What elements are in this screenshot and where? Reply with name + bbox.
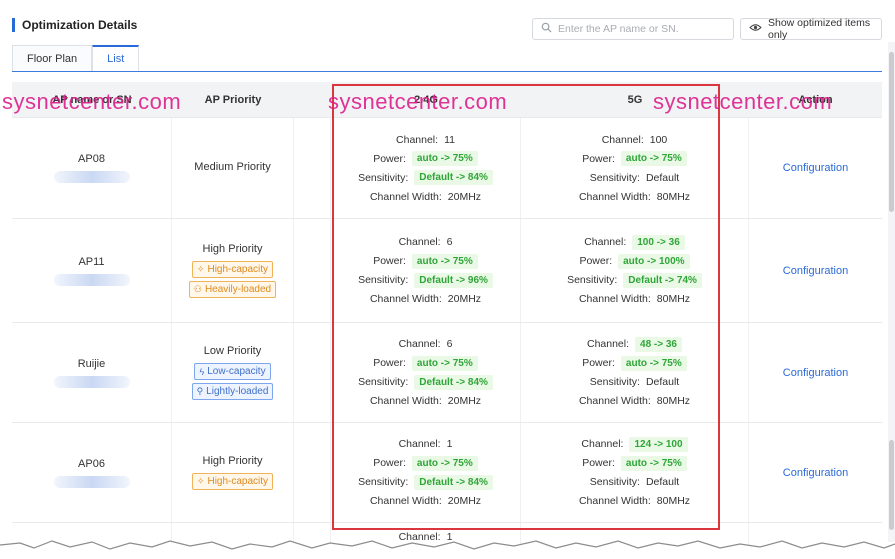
search-box[interactable]: [532, 18, 734, 40]
priority-label: Low Priority: [203, 345, 262, 357]
ap-name: AP11: [78, 255, 105, 268]
priority-cell: High Priority ✧ High-capacity: [172, 423, 294, 522]
header-priority: AP Priority: [204, 93, 262, 106]
priority-label: Medium Priority: [194, 160, 271, 173]
configuration-link[interactable]: Configuration: [783, 467, 848, 479]
view-tabs: Floor Plan List: [12, 45, 140, 71]
spacer-cell: [294, 118, 331, 218]
header-spacer: [294, 82, 331, 117]
highlight-box: [332, 84, 720, 530]
show-optimized-label: Show optimized items only: [768, 17, 871, 41]
spacer-cell: [294, 219, 331, 322]
sparkle-icon: ✧: [196, 476, 205, 486]
tag-label: High-capacity: [207, 476, 269, 487]
search-icon: [541, 22, 552, 36]
configuration-link[interactable]: Configuration: [783, 367, 848, 379]
spacer-cell: [294, 323, 331, 422]
tag-label: High-capacity: [207, 264, 269, 275]
priority-cell: High Priority ✧ High-capacity ⚇ Heavily-lo…: [172, 219, 294, 322]
scrollbar-thumb-secondary[interactable]: [889, 440, 894, 530]
ap-sn-redacted: [53, 475, 130, 488]
scrollbar-thumb[interactable]: [889, 52, 894, 212]
tag-heavily-loaded: ⚇ Heavily-loaded: [188, 281, 277, 298]
spacer-cell: [294, 423, 331, 522]
tag-high-capacity: ✧ High-capacity: [191, 473, 274, 490]
watermark-text: sysnetcenter.com: [328, 89, 508, 114]
tab-underline: [12, 71, 882, 72]
ap-cell: AP06: [12, 423, 172, 522]
action-cell: Configuration: [749, 219, 882, 322]
ap-name: AP08: [78, 153, 105, 165]
ap-sn-redacted: [53, 273, 130, 286]
priority-label: High Priority: [202, 243, 263, 255]
priority-cell: Low Priority ϟ Low-capacity ⚲ Lightly-load…: [172, 323, 294, 422]
watermark-text: sysnetcenter.com: [2, 89, 182, 114]
ap-sn-redacted: [53, 171, 130, 183]
ap-cell: AP11: [12, 219, 172, 322]
search-input[interactable]: [558, 23, 728, 35]
page-title: Optimization Details: [22, 18, 138, 32]
eye-icon: [749, 23, 762, 35]
watermark-text: sysnetcenter.com: [653, 89, 833, 114]
priority-label: High Priority: [202, 455, 263, 467]
ap-sn-redacted: [53, 375, 130, 388]
tag-lightly-loaded: ⚲ Lightly-loaded: [191, 383, 274, 400]
users-icon: ⚇: [193, 284, 202, 294]
user-icon: ⚲: [196, 386, 204, 396]
ap-cell: AP08: [12, 118, 172, 218]
tab-list[interactable]: List: [92, 45, 140, 71]
priority-cell: Medium Priority: [172, 118, 294, 218]
tag-label: Low-capacity: [207, 366, 266, 377]
ap-name: Ruijie: [77, 357, 106, 370]
tag-high-capacity: ✧ High-capacity: [191, 261, 274, 278]
title-accent-bar: [12, 18, 15, 32]
page-header: Optimization Details Show optimized item…: [0, 0, 895, 42]
sparkle-icon: ✧: [196, 264, 205, 274]
tag-label: Heavily-loaded: [204, 284, 272, 295]
tag-low-capacity: ϟ Low-capacity: [194, 363, 271, 380]
ap-cell: Ruijie: [12, 323, 172, 422]
show-optimized-button[interactable]: Show optimized items only: [740, 17, 882, 41]
action-cell: Configuration: [749, 423, 882, 522]
torn-edge-graphic: [0, 540, 895, 559]
tab-floor-plan[interactable]: Floor Plan: [12, 45, 93, 71]
ap-name: AP06: [78, 457, 105, 470]
configuration-link[interactable]: Configuration: [783, 265, 848, 277]
action-cell: Configuration: [749, 323, 882, 422]
action-cell: Configuration: [749, 118, 882, 218]
tag-label: Lightly-loaded: [206, 386, 269, 397]
bolt-icon: ϟ: [199, 366, 205, 377]
configuration-link[interactable]: Configuration: [783, 162, 848, 174]
